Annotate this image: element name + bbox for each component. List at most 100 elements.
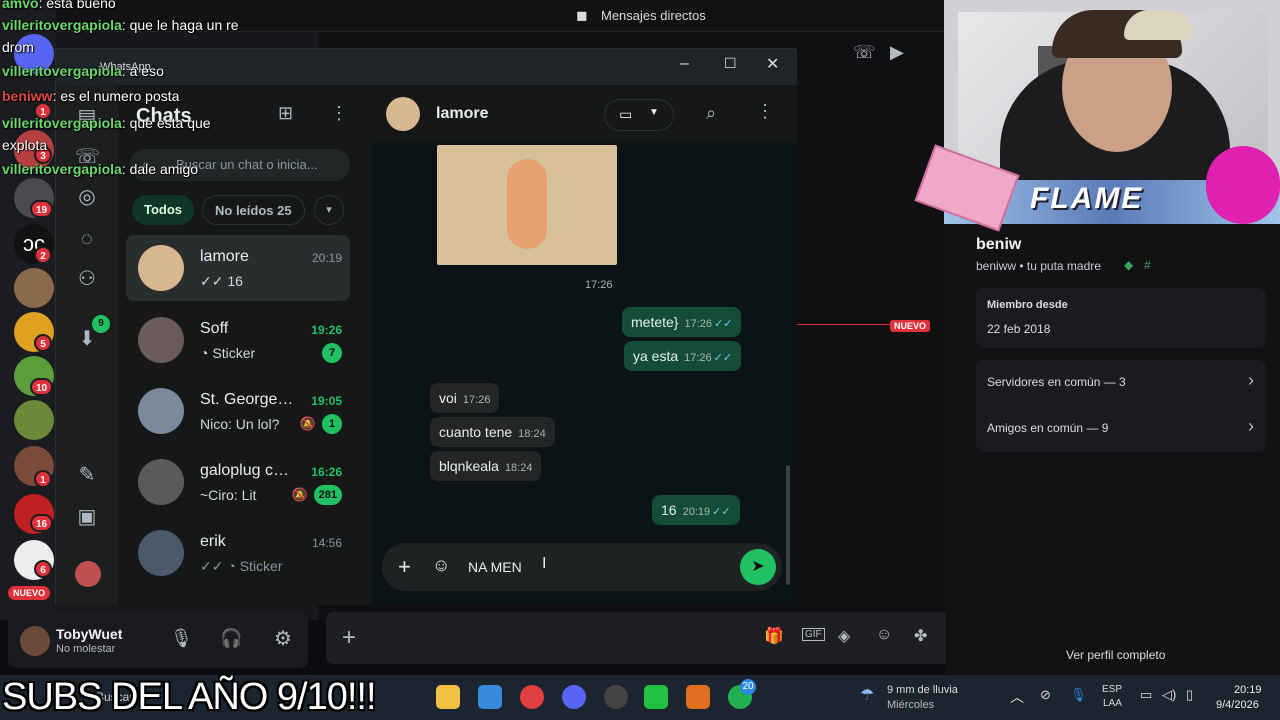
minimize-icon[interactable]: – [680,55,689,73]
media-icon[interactable]: ▣ [75,505,99,529]
chat-preview: ~Ciro: Lit [200,487,257,503]
chrome-icon[interactable] [520,685,544,709]
avatar [138,388,184,434]
chat-preview: ◔ Sticker [200,345,256,361]
file-explorer-icon[interactable] [436,685,460,709]
scrollbar[interactable] [786,465,790,585]
wa-conversation: lamore ▭ ▼ ⌕ ⋮ 17:26 metete} 17:26 ✓✓ ya e… [372,85,797,605]
gift-icon[interactable]: 🎁 [764,626,784,646]
weather-line1[interactable]: 9 mm de lluvia [887,684,958,696]
clock-time[interactable]: 20:19 [1234,684,1262,696]
weather-line2[interactable]: Miércoles [887,699,934,711]
archived-badge: 9 [92,315,110,333]
status-icon[interactable]: ◎ [75,185,99,209]
new-badge: NUEVO [890,320,931,332]
overlay-chat-line: villeritovergapiola: dale amigo [2,161,199,177]
emoji-icon[interactable]: ☺ [876,626,892,644]
emoji-icon[interactable]: ☺ [432,555,450,576]
send-button[interactable]: ➤ [740,549,776,585]
server-badge: 5 [34,334,52,352]
chat-row[interactable]: lamore 20:19 ✓✓ 16 [126,235,350,301]
contact-name[interactable]: lamore [436,105,488,123]
cat-figure [507,159,547,249]
server-badge: 2 [34,246,52,264]
sticker-icon[interactable]: ◈ [838,626,850,646]
volume-icon[interactable]: ◁) [1162,687,1176,703]
overlay-chat-line: villeritovergapiola: que esta que [2,115,211,131]
server-icon[interactable] [14,400,54,440]
discord-icon[interactable] [562,685,586,709]
attach-icon[interactable]: + [398,554,411,580]
cat-sticker[interactable] [437,145,617,265]
message-bubble[interactable]: metete} 17:26 ✓✓ [622,307,742,337]
chevron-right-icon[interactable]: › [1248,370,1254,391]
overlay-chat-line: beniww: es el numero posta [2,88,180,104]
microphone-icon[interactable]: 🎙 [170,628,193,649]
battery-icon[interactable]: ▯ [1186,687,1193,703]
display-icon[interactable]: ▭ [1140,687,1152,703]
gif-icon[interactable]: GIF [802,628,825,641]
menu-icon[interactable]: ⋮ [330,103,348,124]
mutual-friends[interactable]: Amigos en común — 9 [987,421,1108,435]
server-badge: 1 [34,470,52,488]
message-input-box[interactable]: + 🎁 GIF ◈ ☺ ✤ [326,612,952,664]
message-input[interactable]: NA MEN [468,559,522,575]
message-bubble[interactable]: 16 20:19 ✓✓ [652,495,740,525]
contact-avatar[interactable] [386,97,420,131]
wa-titlebar: WhatsApp – ☐ ✕ [56,49,797,85]
close-icon[interactable]: ✕ [766,54,779,74]
call-icon[interactable]: ☏ [853,42,876,63]
filter-unread[interactable]: No leídos 25 [202,195,305,225]
search-icon[interactable]: ⌕ [706,103,716,124]
new-chat-icon[interactable]: ⊞ [278,103,293,124]
profile-avatar[interactable] [75,561,101,587]
headphones-icon[interactable]: 🎧 [220,628,242,649]
store-icon[interactable] [478,685,502,709]
mutuals-card: Servidores en común — 3 › Amigos en comú… [976,360,1266,452]
chat-row[interactable]: St. George's ... 19:05 Nico: Un lol? 🔕 1 [126,378,350,444]
message-bubble[interactable]: ya esta 17:26 ✓✓ [624,341,742,371]
muted-icon: 🔕 [291,487,308,502]
fl-studio-icon[interactable] [686,685,710,709]
microphone-icon[interactable]: 🎙 [1070,687,1087,703]
avatar[interactable] [20,626,50,656]
chat-name: St. George's ... [200,391,296,408]
overlay-chat-line: amvo: esta bueno [2,0,116,11]
tray-chevron-icon[interactable]: ︿ [1010,687,1024,707]
filter-all[interactable]: Todos [132,195,195,225]
chevron-right-icon[interactable]: › [1248,416,1254,437]
avatar [138,459,184,505]
kick-icon[interactable] [644,685,668,709]
channels-icon[interactable]: ◌ [75,227,99,251]
hashtag-badge-icon: # [1144,258,1151,272]
app-icon[interactable] [604,685,628,709]
server-icon[interactable] [14,268,54,308]
filter-more-icon[interactable]: ▾ [314,195,344,225]
video-call-button[interactable]: ▭ ▼ [604,99,674,131]
starred-icon[interactable]: ✎ [75,463,99,487]
gear-icon[interactable]: ⚙ [274,626,292,651]
chat-row[interactable]: galoplug cum... 16:26 ~Ciro: Lit 🔕 281 [126,449,350,515]
maximize-icon[interactable]: ☐ [724,55,737,72]
message-bubble[interactable]: cuanto tene 18:24 [430,417,555,447]
server-badge: 16 [30,514,54,532]
clock-date[interactable]: 9/4/2026 [1216,699,1259,711]
double-check-icon: ✓✓ [200,558,228,574]
username: TobyWuet [56,626,123,642]
chat-row[interactable]: Soff 19:26 ◔ Sticker 7 [126,307,350,373]
view-full-profile[interactable]: Ver perfil completo [1066,648,1165,662]
video-icon[interactable]: ▶ [890,42,904,63]
add-attachment-icon[interactable]: + [342,624,356,652]
communities-icon[interactable]: ⚇ [75,267,99,291]
mutual-servers[interactable]: Servidores en común — 3 [987,375,1126,389]
apps-icon[interactable]: ✤ [914,626,927,646]
language-line1[interactable]: ESP [1102,684,1122,695]
menu-icon[interactable]: ⋮ [756,101,774,122]
chat-time: 16:26 [311,465,342,479]
message-bubble[interactable]: blqnkeala 18:24 [430,451,542,481]
chat-row[interactable]: erik 14:56 ✓✓ ◔ Sticker [126,520,350,586]
network-icon[interactable]: ⊘ [1040,687,1051,703]
user-panel: TobyWuet No molestar 🎙 🎧 ⚙ [8,612,308,668]
language-line2[interactable]: LAA [1103,698,1122,709]
message-bubble[interactable]: voi 17:26 [430,383,500,413]
